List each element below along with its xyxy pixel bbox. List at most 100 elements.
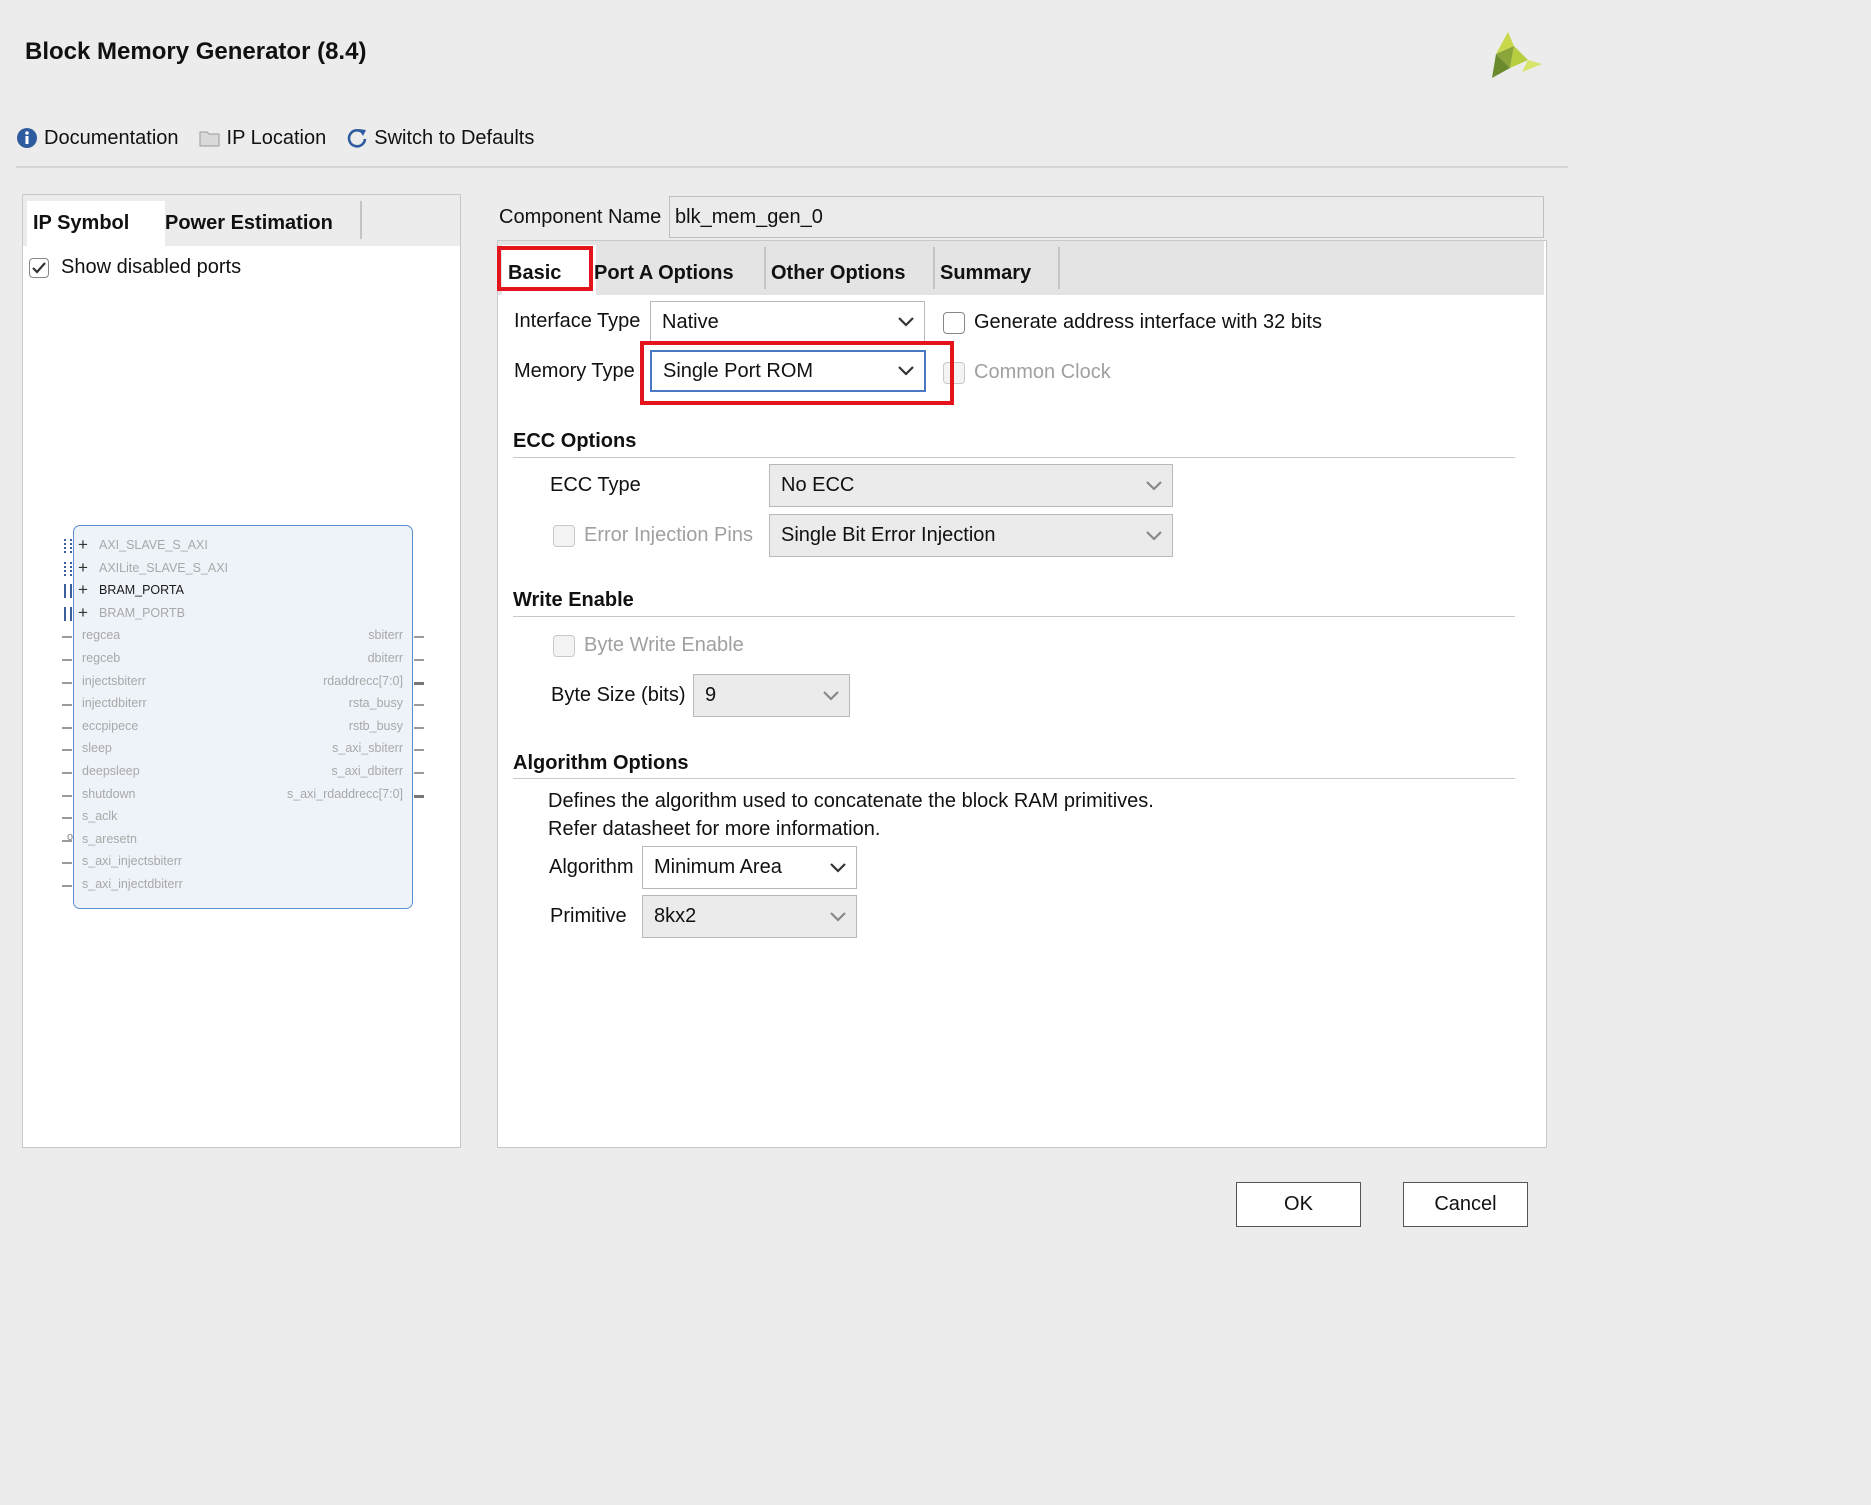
xilinx-logo-icon	[1492, 32, 1542, 78]
byte-write-enable-row: Byte Write Enable	[553, 634, 744, 657]
plus-icon: +	[78, 535, 88, 554]
output-port-label: s_axi_sbiterr	[332, 741, 403, 756]
documentation-label: Documentation	[44, 126, 179, 149]
tab-other-options[interactable]: Other Options	[771, 245, 931, 295]
switch-to-defaults-button[interactable]: Switch to Defaults	[346, 127, 534, 150]
ecc-type-value: No ECC	[781, 474, 855, 496]
output-port-label: rdaddrecc[7:0]	[323, 673, 403, 688]
output-pin	[414, 749, 424, 752]
show-disabled-ports-checkbox[interactable]	[29, 257, 49, 278]
folder-icon	[199, 131, 220, 147]
gen-addr-32-checkbox[interactable]	[943, 311, 965, 334]
documentation-button[interactable]: Documentation	[16, 127, 179, 150]
input-port-label: s_axi_injectdbiterr	[82, 877, 183, 891]
input-pin	[62, 704, 72, 707]
tab-separator	[360, 201, 362, 239]
interface-type-label: Interface Type	[514, 310, 641, 332]
algorithm-value: Minimum Area	[654, 856, 782, 878]
output-port-label: s_axi_dbiterr	[331, 764, 403, 778]
input-port-label: sleep	[82, 741, 112, 756]
bus-connector	[64, 584, 72, 599]
common-clock-checkbox	[943, 361, 965, 384]
toolbar: Documentation IP Location Switch to Defa…	[16, 123, 554, 153]
byte-write-enable-label: Byte Write Enable	[584, 634, 744, 656]
input-port-label: regcea	[82, 628, 121, 643]
bus-port-label: BRAM_PORTB	[99, 605, 185, 620]
chevron-down-icon	[813, 690, 849, 701]
section-divider	[513, 616, 1515, 617]
plus-icon: +	[78, 557, 88, 577]
tab-ip-symbol[interactable]: IP Symbol	[27, 201, 165, 246]
input-pin	[62, 772, 72, 774]
bus-connector	[64, 561, 72, 576]
output-pin	[414, 726, 424, 729]
plus-icon: +	[78, 580, 88, 600]
input-pin	[62, 862, 72, 865]
chevron-down-icon	[820, 911, 856, 922]
plus-icon: +	[78, 602, 88, 622]
input-port-label: shutdown	[82, 786, 136, 801]
bus-connector	[64, 539, 72, 553]
input-port-label: s_aresetn	[82, 831, 137, 846]
common-clock-row: Common Clock	[943, 361, 1111, 384]
output-port-label: dbiterr	[367, 651, 403, 665]
primitive-label: Primitive	[550, 905, 627, 927]
algorithm-select[interactable]: Minimum Area	[642, 846, 857, 889]
ecc-type-label: ECC Type	[550, 474, 641, 496]
gen-addr-32-row[interactable]: Generate address interface with 32 bits	[943, 311, 1322, 334]
bus-port-label: AXI_SLAVE_S_AXI	[99, 538, 208, 552]
show-disabled-ports-label: Show disabled ports	[61, 256, 242, 278]
input-port-label: s_axi_injectsbiterr	[82, 854, 183, 869]
tab-separator	[764, 247, 766, 289]
input-pin	[62, 794, 72, 797]
output-port-label: sbiterr	[368, 628, 403, 643]
ecc-type-select: No ECC	[769, 464, 1173, 507]
input-port-label: deepsleep	[82, 764, 140, 778]
input-pin	[62, 726, 72, 729]
window-title: Block Memory Generator (8.4)	[25, 38, 367, 65]
input-pin	[62, 885, 72, 887]
tab-basic[interactable]: Basic	[502, 245, 596, 295]
output-pin	[414, 772, 424, 774]
error-injection-label: Error Injection Pins	[584, 524, 753, 546]
output-pin	[414, 659, 424, 661]
input-port-label: s_aclk	[82, 809, 118, 824]
inverted-pin-icon: o	[67, 830, 74, 843]
byte-size-select: 9	[693, 674, 850, 717]
left-pane: IP Symbol Power Estimation Show disabled…	[22, 194, 461, 1148]
ok-button[interactable]: OK	[1236, 1182, 1361, 1227]
check-icon	[32, 261, 46, 274]
byte-size-value: 9	[705, 684, 717, 706]
input-port-label: regceb	[82, 651, 121, 665]
input-port-label: eccpipece	[82, 718, 139, 733]
tab-power-estimation[interactable]: Power Estimation	[165, 201, 355, 246]
tab-summary[interactable]: Summary	[940, 245, 1056, 295]
component-name-label: Component Name	[499, 206, 662, 228]
error-injection-value: Single Bit Error Injection	[781, 524, 996, 546]
tab-port-a-options[interactable]: Port A Options	[594, 245, 762, 295]
component-name-input[interactable]: blk_mem_gen_0	[669, 196, 1544, 238]
algorithm-description-line1: Defines the algorithm used to concatenat…	[548, 790, 1154, 812]
section-divider	[513, 778, 1515, 779]
input-port-label: injectsbiterr	[82, 673, 146, 688]
chevron-down-icon	[820, 862, 856, 873]
bus-port-label: AXILite_SLAVE_S_AXI	[99, 560, 229, 575]
algorithm-options-title: Algorithm Options	[513, 752, 689, 774]
interface-type-select[interactable]: Native	[650, 301, 925, 343]
chevron-down-icon	[888, 317, 924, 327]
cancel-button[interactable]: Cancel	[1403, 1182, 1528, 1227]
primitive-select: 8kx2	[642, 895, 857, 938]
ip-symbol-block: + AXI_SLAVE_S_AXI + AXILite_SLAVE_S_AXI + BRA…	[62, 525, 424, 909]
error-injection-checkbox	[553, 524, 575, 547]
show-disabled-ports-row[interactable]: Show disabled ports	[29, 256, 241, 279]
refresh-icon	[348, 129, 367, 148]
algorithm-label: Algorithm	[549, 856, 634, 878]
section-divider	[513, 457, 1515, 458]
output-port-label: s_axi_rdaddrecc[7:0]	[286, 786, 403, 801]
byte-size-label: Byte Size (bits)	[551, 684, 686, 706]
memory-type-select[interactable]: Single Port ROM	[650, 350, 926, 392]
input-pin	[62, 636, 72, 639]
ip-location-button[interactable]: IP Location	[199, 127, 326, 150]
tab-separator	[1058, 247, 1060, 289]
switch-to-defaults-label: Switch to Defaults	[374, 126, 535, 149]
